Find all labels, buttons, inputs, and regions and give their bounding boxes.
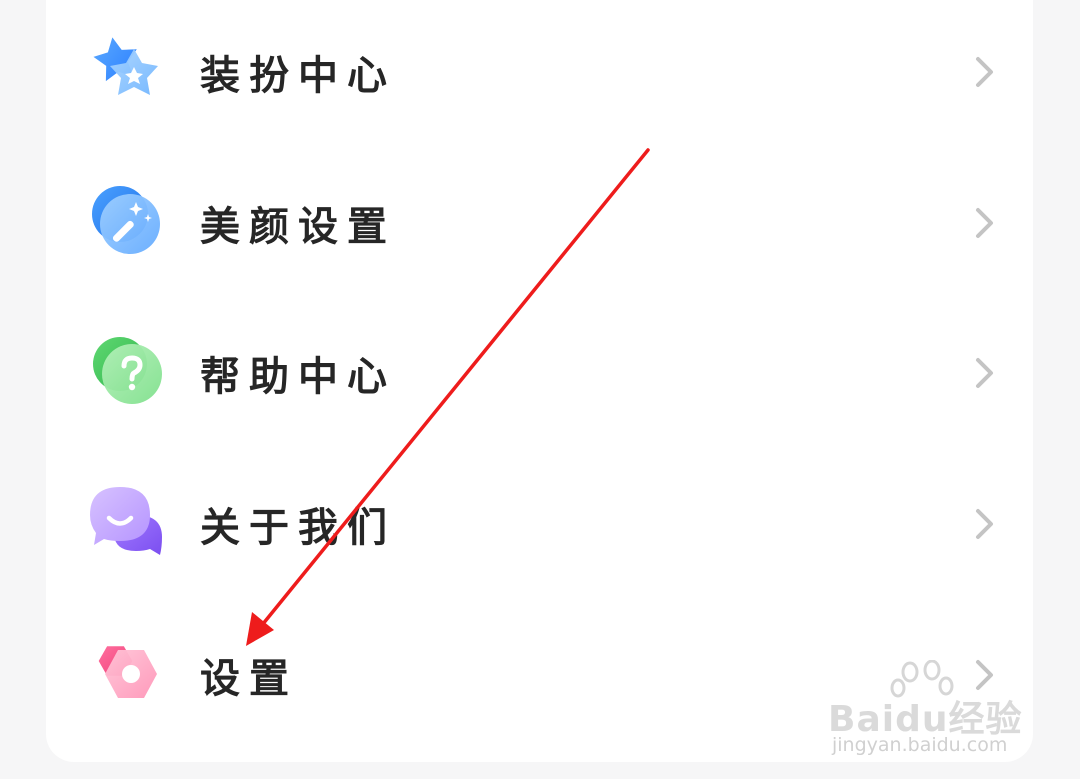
menu-item-help-center[interactable]: 帮助中心 [46, 298, 1033, 448]
menu-item-beauty-settings[interactable]: 美颜设置 [46, 148, 1033, 298]
watermark-site: jingyan.baidu.com [832, 734, 1008, 756]
menu-item-label: 设置 [200, 655, 298, 702]
menu-item-about-us[interactable]: 关于我们 [46, 449, 1033, 599]
menu-item-label: 帮助中心 [200, 353, 396, 400]
settings-gear-icon [98, 646, 157, 698]
chevron-right-icon [976, 208, 993, 238]
help-question-icon [93, 337, 162, 404]
chevron-right-icon [976, 509, 993, 539]
chevron-right-icon [976, 358, 993, 388]
beauty-magic-wand-icon [92, 186, 160, 254]
about-chat-bubble-icon [90, 487, 162, 555]
chevron-right-icon [976, 57, 993, 87]
menu-item-label: 关于我们 [200, 504, 396, 551]
menu-item-label: 装扮中心 [200, 52, 396, 99]
menu-item-label: 美颜设置 [200, 203, 396, 250]
menu-item-dress-up-center[interactable]: 装扮中心 [46, 0, 1033, 147]
dress-up-star-icon [93, 37, 158, 95]
baidu-jingyan-watermark: Baidu经验 jingyan.baidu.com [820, 660, 1030, 760]
